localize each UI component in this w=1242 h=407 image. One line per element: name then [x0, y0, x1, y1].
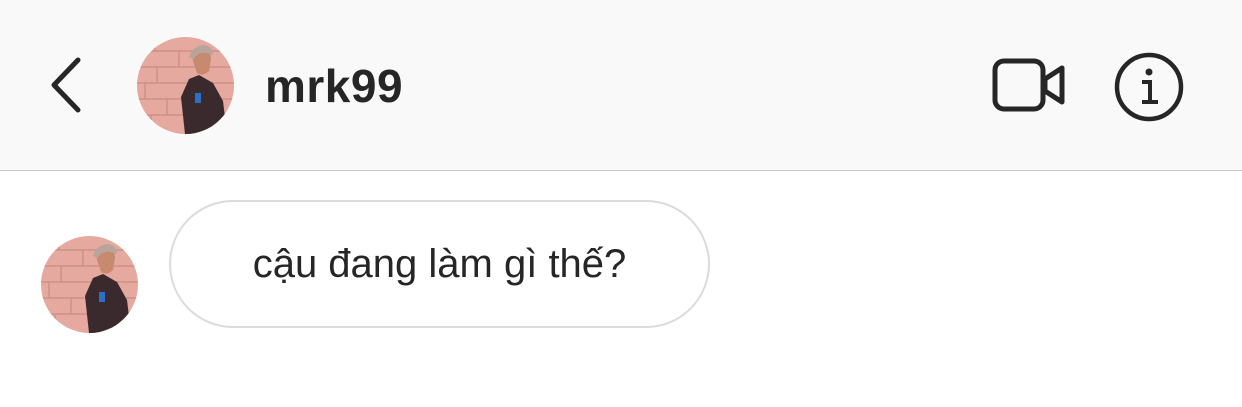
chevron-left-icon [51, 57, 81, 113]
video-call-button[interactable] [990, 55, 1070, 115]
contact-avatar[interactable] [137, 37, 234, 134]
info-icon [1114, 52, 1184, 122]
message-text: cậu đang làm gì thế? [252, 242, 627, 286]
video-camera-icon [992, 58, 1065, 112]
chat-header: mrk99 [0, 0, 1242, 171]
contact-username[interactable]: mrk99 [265, 58, 403, 114]
message-sender-avatar[interactable] [41, 236, 138, 333]
info-button[interactable] [1112, 50, 1186, 124]
incoming-message-bubble[interactable]: cậu đang làm gì thế? [169, 200, 710, 328]
back-button[interactable] [40, 50, 100, 120]
